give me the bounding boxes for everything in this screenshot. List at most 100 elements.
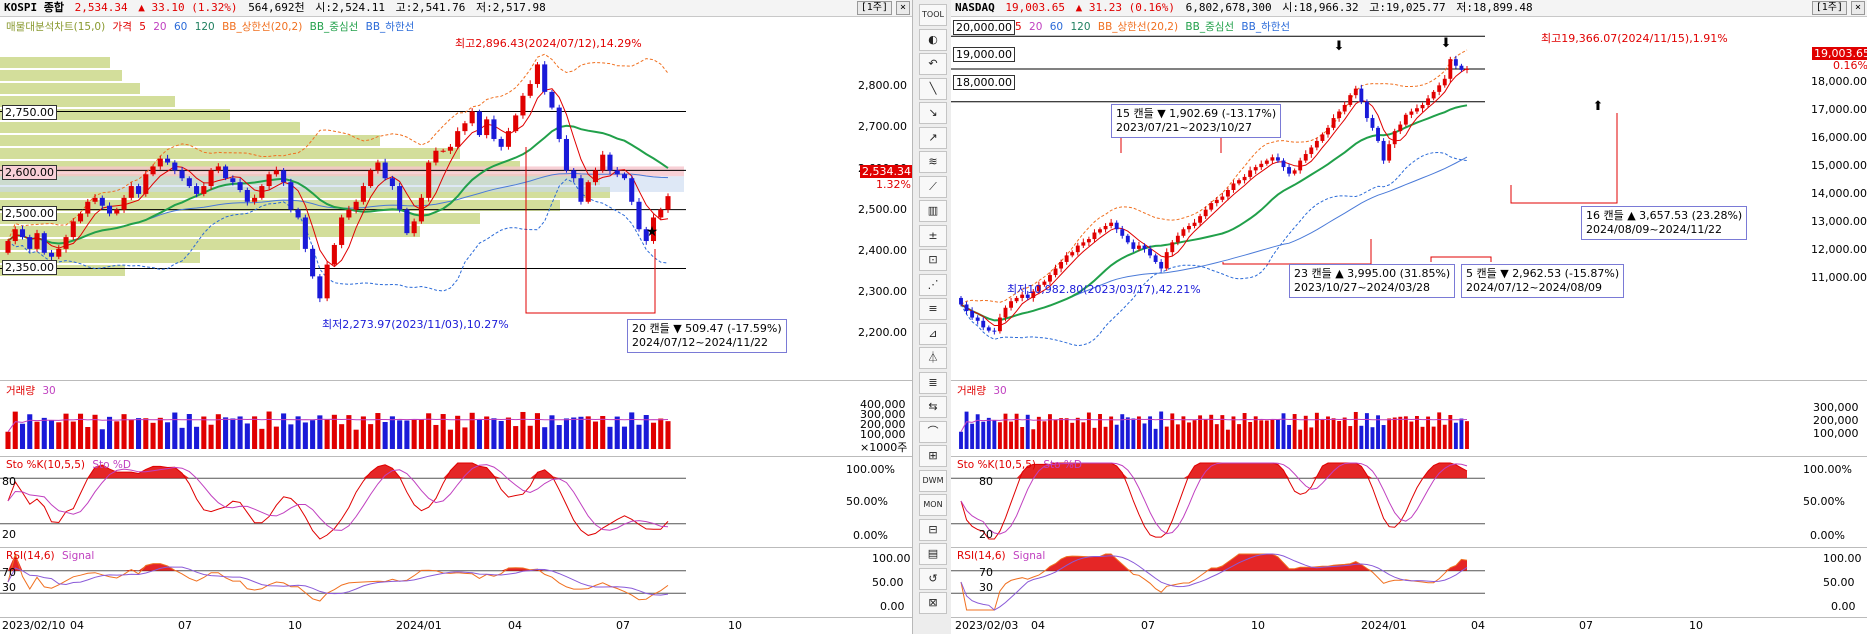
price-axis-tick: 2,400.00 bbox=[858, 244, 907, 257]
rsi-pane[interactable]: RSI(14,6) Signal 70 30 100.00 50.00 0.00 bbox=[951, 547, 1867, 616]
price-plot[interactable]: ⬇ ⬇ ⬆ bbox=[951, 17, 1867, 374]
toolbar-button[interactable]: ↶ bbox=[919, 53, 947, 75]
price-axis-tick: 12,000.00 bbox=[1811, 243, 1867, 256]
toolbar-button[interactable]: DWM bbox=[919, 469, 947, 492]
candle-body bbox=[259, 186, 265, 198]
toolbar-button[interactable]: TOOL bbox=[919, 4, 947, 26]
volume-bar bbox=[1370, 427, 1375, 449]
volume-bar bbox=[201, 416, 207, 449]
volume-legend: 거래량 30 bbox=[6, 383, 60, 398]
toolbar-button[interactable]: ⊟ bbox=[919, 518, 947, 541]
volume-bar bbox=[1314, 412, 1319, 449]
period-button[interactable]: [1주] bbox=[1811, 1, 1847, 15]
volume-bar bbox=[959, 431, 963, 449]
instrument-name: NASDAQ bbox=[955, 1, 995, 14]
range-measure-box[interactable]: 20 캔들 ▼ 509.47 (-17.59%) 2024/07/12~2024… bbox=[627, 319, 787, 353]
toolbar-button[interactable]: ⊠ bbox=[919, 592, 947, 614]
candle-body bbox=[1359, 88, 1364, 102]
volume-bar bbox=[1059, 418, 1064, 449]
volume-profile-bar bbox=[0, 83, 140, 94]
volume-bar bbox=[389, 416, 395, 449]
candle-body bbox=[411, 221, 417, 234]
toolbar-button[interactable]: ≋ bbox=[919, 151, 947, 173]
volume-bar bbox=[310, 420, 316, 449]
candle-body bbox=[578, 178, 584, 202]
toolbar-button[interactable]: ⌒ bbox=[919, 420, 947, 443]
rsi-pane[interactable]: RSI(14,6) Signal 70 30 100.00 50.00 0.00 bbox=[0, 547, 912, 616]
price-pane[interactable]: ⬇ ⬇ ⬆ 5 20 60 120 BB_상한선(20,2) BB_중심선 BB_하… bbox=[951, 17, 1867, 374]
legend-bb-upper: BB_상한선(20,2) bbox=[1097, 21, 1179, 33]
volume-pane[interactable]: 거래량 30 300,000 200,000 100,000 bbox=[951, 380, 1867, 453]
toolbar-button[interactable]: ⊡ bbox=[919, 249, 947, 271]
toolbar-button[interactable]: ▥ bbox=[919, 200, 947, 222]
toolbar-button[interactable]: ▤ bbox=[919, 543, 947, 565]
toolbar-button[interactable]: ↺ bbox=[919, 567, 947, 590]
toolbar-button[interactable]: ⏃ bbox=[919, 347, 947, 369]
toolbar-button[interactable]: ⟋ bbox=[919, 175, 947, 198]
candle-body bbox=[346, 209, 352, 218]
volume-bar bbox=[1181, 416, 1186, 449]
range-measure-box[interactable]: 5 캔들 ▼ 2,962.53 (-15.87%) 2024/07/12~202… bbox=[1461, 264, 1625, 298]
toolbar-button[interactable]: ± bbox=[919, 224, 947, 247]
candle-body bbox=[1292, 170, 1297, 174]
candle-body bbox=[1348, 95, 1353, 105]
volume-plot bbox=[959, 411, 1469, 449]
range-measure-box[interactable]: 23 캔들 ▲ 3,995.00 (31.85%) 2023/10/27~202… bbox=[1289, 264, 1456, 298]
candle-body bbox=[1009, 301, 1013, 308]
current-price: 19,003.65 bbox=[1005, 1, 1065, 14]
kospi-titlebar: KOSPI 종합 2,534.34 ▲ 33.10 (1.32%) 564,69… bbox=[0, 0, 912, 17]
volume-bar bbox=[1231, 416, 1236, 449]
stochastic-pane[interactable]: Sto %K(10,5,5) Sto %D 80 20 100.00% 50.0… bbox=[0, 456, 912, 544]
volume-bar bbox=[1320, 419, 1325, 449]
price-axis-tick: 16,000.00 bbox=[1811, 131, 1867, 144]
stochastic-pane[interactable]: Sto %K(10,5,5) Sto %D 80 20 100.00% 50.0… bbox=[951, 456, 1867, 544]
candle-body bbox=[571, 170, 577, 179]
close-button[interactable]: × bbox=[1850, 1, 1865, 15]
toolbar-button[interactable]: ≡ bbox=[919, 298, 947, 320]
toolbar-button[interactable]: ⇆ bbox=[919, 396, 947, 418]
candle-body bbox=[281, 170, 287, 183]
candle-body bbox=[1142, 245, 1147, 249]
legend-bb-upper: BB_상한선(20,2) bbox=[222, 21, 303, 33]
candle-body bbox=[208, 170, 214, 187]
measure-connector bbox=[1222, 239, 1372, 265]
candle-body bbox=[1320, 134, 1325, 141]
stochastic-plot bbox=[0, 462, 686, 540]
toolbar-button[interactable]: ╲ bbox=[919, 77, 947, 100]
volume-bar bbox=[1198, 415, 1203, 449]
volume-bar bbox=[27, 414, 33, 449]
toolbar-button[interactable]: ↘ bbox=[919, 102, 947, 124]
toolbar-button[interactable]: ◐ bbox=[919, 28, 947, 51]
volume-bar bbox=[484, 416, 490, 449]
volume-bar bbox=[592, 421, 599, 449]
volume-bar bbox=[223, 417, 229, 449]
volume-bar bbox=[1175, 424, 1180, 449]
level-label: 2,500.00 bbox=[2, 206, 57, 221]
volume-bar bbox=[1326, 416, 1330, 449]
candle-body bbox=[418, 197, 424, 222]
rsi-plot bbox=[0, 552, 686, 602]
level-label: 19,000.00 bbox=[953, 47, 1015, 62]
volume-bar bbox=[1453, 422, 1458, 449]
legend-ma120: 120 bbox=[1070, 21, 1091, 33]
price-pane[interactable]: ★★ 매물대분석차트(15,0) 가격 5 20 60 120 BB_상한선(2… bbox=[0, 17, 913, 374]
toolbar-button[interactable]: ↗ bbox=[919, 126, 947, 149]
toolbar-button[interactable]: ⊞ bbox=[919, 445, 947, 467]
close-button[interactable]: × bbox=[895, 1, 910, 15]
toolbar-button[interactable]: MON bbox=[919, 494, 947, 516]
volume-bar bbox=[491, 418, 497, 449]
range-measure-box[interactable]: 16 캔들 ▲ 3,657.53 (23.28%) 2024/08/09~202… bbox=[1581, 206, 1748, 240]
toolbar-button[interactable]: ⊿ bbox=[919, 322, 947, 345]
nasdaq-chart-panel[interactable]: NASDAQ 19,003.65 ▲ 31.23 (0.16%) 6,802,6… bbox=[951, 0, 1867, 634]
candle-body bbox=[1309, 147, 1314, 155]
period-button[interactable]: [1주] bbox=[856, 1, 892, 15]
star-marker: ★ bbox=[646, 224, 659, 240]
toolbar-button[interactable]: ≣ bbox=[919, 371, 947, 394]
candle-body bbox=[1164, 252, 1169, 269]
range-measure-box[interactable]: 15 캔들 ▼ 1,902.69 (-13.17%) 2023/07/21~20… bbox=[1111, 104, 1282, 138]
rsi-level: 70 bbox=[979, 566, 993, 579]
toolbar-button[interactable]: ⋰ bbox=[919, 273, 947, 296]
volume-pane[interactable]: 거래량 30 400,000 300,000 200,000 100,000 ×… bbox=[0, 380, 912, 454]
candle-body bbox=[1248, 170, 1253, 177]
kospi-chart-panel[interactable]: KOSPI 종합 2,534.34 ▲ 33.10 (1.32%) 564,69… bbox=[0, 0, 913, 634]
